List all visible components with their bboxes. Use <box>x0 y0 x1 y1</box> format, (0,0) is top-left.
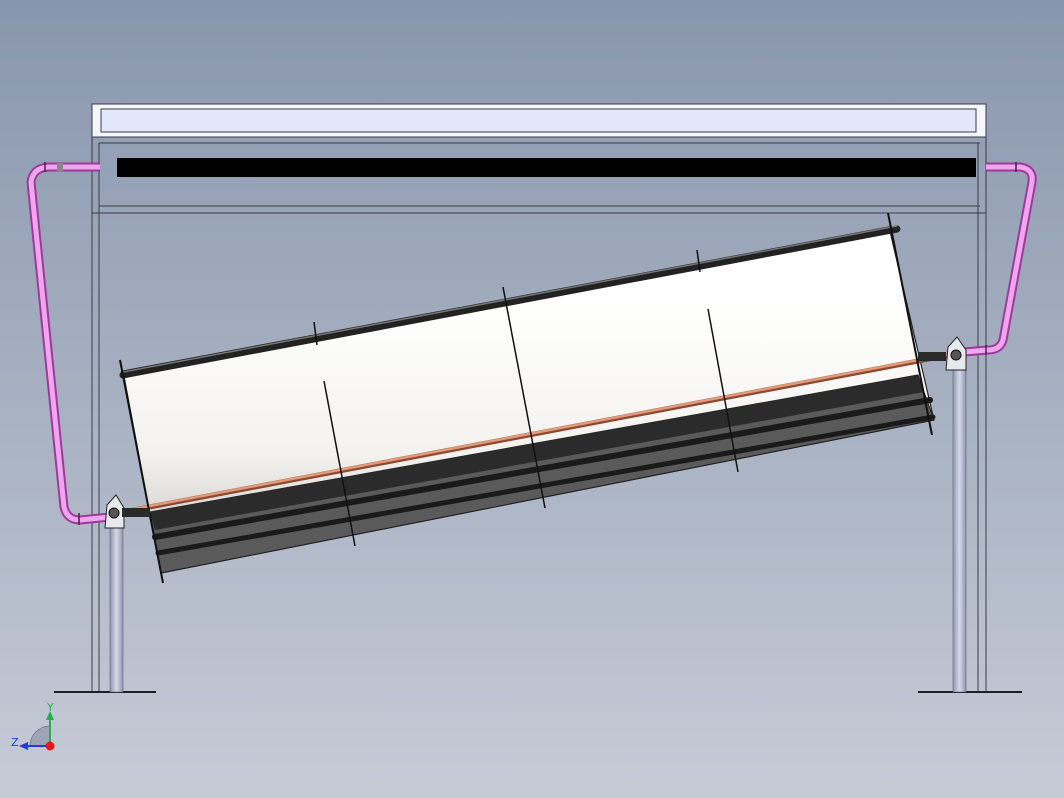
model-view[interactable]: Y Z <box>0 0 1064 798</box>
origin-point <box>45 741 55 751</box>
cad-viewport[interactable]: Y Z <box>0 0 1064 798</box>
header-pipe-left <box>26 162 111 525</box>
support-post-left <box>109 522 124 693</box>
bearing-mount-left[interactable] <box>104 494 150 529</box>
orientation-triad[interactable]: Y Z <box>11 701 55 751</box>
z-axis-arrow <box>19 742 28 750</box>
header-pipe-right <box>963 162 1037 357</box>
parabolic-trough[interactable] <box>117 212 951 584</box>
support-post-right <box>952 367 967 693</box>
y-axis-label: Y <box>46 701 54 714</box>
upper-rail <box>100 108 977 133</box>
bearing-mount-right[interactable] <box>918 336 967 371</box>
absorber-bar <box>117 158 976 177</box>
z-axis-label: Z <box>11 736 19 749</box>
